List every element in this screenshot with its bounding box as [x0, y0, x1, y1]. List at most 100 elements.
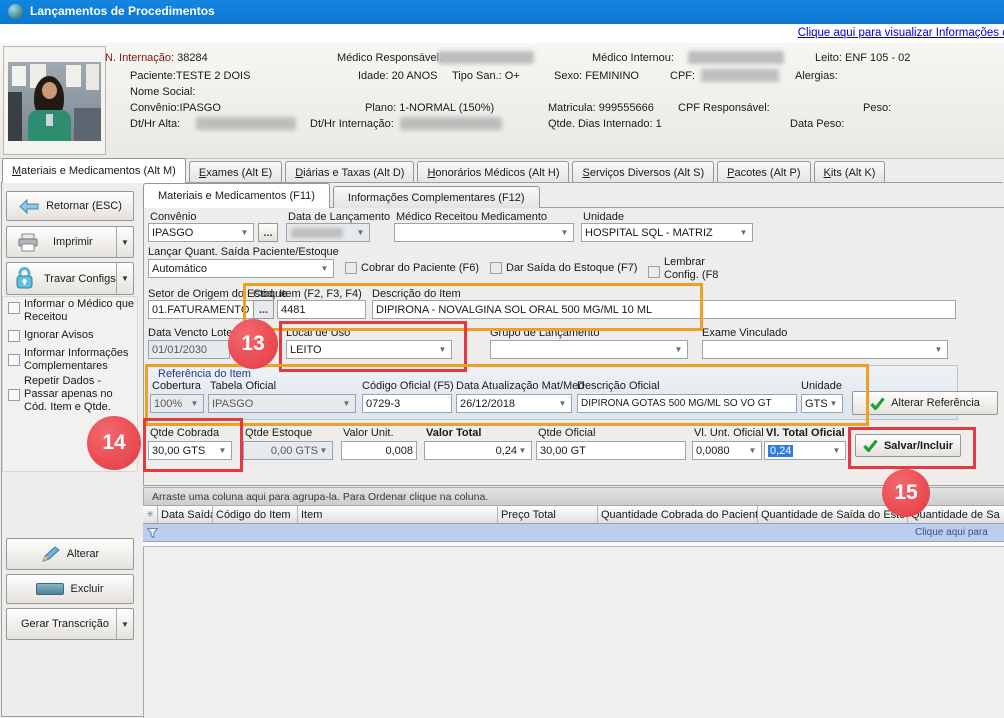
checkbox-cobrar-paciente[interactable] — [345, 262, 357, 274]
unidade-oficial-select[interactable]: GTS▼ — [801, 394, 843, 413]
gerar-transcricao-button[interactable]: Gerar Transcrição ▼ — [6, 608, 134, 640]
chevron-down-icon: ▼ — [738, 229, 749, 237]
grid-filter-row[interactable]: Clique aqui para — [143, 524, 1004, 542]
convenio-header: Convênio:IPASGO — [130, 102, 221, 114]
vl-unt-oficial-label: Vl. Unt. Oficial — [694, 427, 764, 439]
cobertura-select[interactable]: 100%▼ — [150, 394, 204, 413]
redacted-dthr-alta — [196, 117, 296, 130]
grid-indicator-header: ✳ — [143, 506, 158, 524]
lancar-quant-select[interactable]: Automático▼ — [148, 259, 334, 278]
qtde-estoque-select[interactable]: 0,00 GTS▼ — [243, 441, 333, 460]
nome-social-label: Nome Social: — [130, 86, 195, 98]
imprimir-dropdown-arrow[interactable]: ▼ — [116, 227, 133, 257]
vl-unt-oficial-select[interactable]: 0,0080▼ — [692, 441, 762, 460]
unidade-oficial-label: Unidade — [801, 380, 842, 392]
tab-kits[interactable]: Kits (Alt K) — [814, 161, 886, 183]
chevron-down-icon: ▼ — [831, 447, 842, 455]
valor-unit-input[interactable]: 0,008 — [341, 441, 417, 460]
paciente: Paciente:TESTE 2 DOIS — [130, 70, 250, 82]
medico-receitou-select[interactable]: ▼ — [394, 223, 574, 242]
data-atualizacao-select[interactable]: 26/12/2018▼ — [456, 394, 572, 413]
qtde-oficial-label: Qtde Oficial — [538, 427, 595, 439]
chevron-down-icon: ▼ — [355, 229, 366, 237]
checkbox-informar-medico[interactable] — [8, 302, 20, 314]
data-lancamento-select[interactable]: ▼ — [286, 223, 370, 242]
cod-item-label: Cód. Item (F2, F3, F4) — [253, 288, 362, 300]
main-tab-strip: Materiais e Medicamentos (Alt M) Exames … — [2, 159, 888, 183]
chevron-down-icon: ▼ — [217, 447, 228, 455]
grid-body-empty[interactable] — [143, 547, 1004, 718]
cobertura-label: Cobertura — [152, 380, 201, 392]
local-uso-select[interactable]: LEITO▼ — [286, 340, 452, 359]
excluir-button[interactable]: Excluir — [6, 574, 134, 604]
valor-total-select[interactable]: 0,24▼ — [424, 441, 532, 460]
n-internacao: N. Internação: 38284 — [105, 52, 208, 64]
alterar-button[interactable]: Alterar — [6, 538, 134, 570]
qtde-oficial-input[interactable]: 30,00 GT — [536, 441, 686, 460]
checkbox-informar-informacoes[interactable] — [8, 354, 20, 366]
tab-exames[interactable]: Exames (Alt E) — [189, 161, 282, 183]
grid-filter-hint[interactable]: Clique aqui para — [915, 527, 988, 538]
unidade-label: Unidade — [583, 211, 624, 223]
chevron-down-icon: ▼ — [239, 229, 250, 237]
vl-total-oficial-select[interactable]: 0,24▼ — [764, 441, 846, 460]
matricula: Matricula: 999555666 — [548, 102, 654, 114]
travar-dropdown-arrow[interactable]: ▼ — [116, 263, 133, 294]
qtde-estoque-label: Qtde Estoque — [245, 427, 312, 439]
app-icon — [8, 4, 23, 19]
descricao-item-input[interactable]: DIPIRONA - NOVALGINA SOL ORAL 500 MG/ML … — [372, 300, 956, 319]
retornar-button[interactable]: Retornar (ESC) — [6, 191, 134, 221]
imprimir-button[interactable]: Imprimir ▼ — [6, 226, 134, 258]
column-header-quantidade-cobrada[interactable]: Quantidade Cobrada do Paciente — [598, 506, 758, 524]
checkbox-repetir-dados[interactable] — [8, 389, 20, 401]
chevron-down-icon: ▼ — [828, 400, 839, 408]
qtde-dias-internado: Qtde. Dias Internado: 1 — [548, 118, 662, 130]
grid-group-by-bar[interactable]: Arraste uma coluna aqui para agrupa-la. … — [143, 487, 1004, 506]
tab-servicos-diversos[interactable]: Serviços Diversos (Alt S) — [572, 161, 714, 183]
descricao-oficial-input[interactable]: DIPIRONA GOTAS 500 MG/ML SO VO GT — [577, 394, 797, 413]
salvar-incluir-button[interactable]: Salvar/Incluir — [855, 434, 961, 457]
gerar-transcricao-dropdown-arrow[interactable]: ▼ — [116, 609, 133, 639]
callout-15-badge: 15 — [882, 469, 930, 517]
convenio-select[interactable]: IPASGO▼ — [148, 223, 254, 242]
filter-funnel-icon[interactable] — [147, 528, 158, 538]
checkbox-ignorar-avisos-label: Ignorar Avisos — [24, 329, 136, 342]
pencil-icon — [41, 546, 61, 563]
column-header-item[interactable]: Item — [298, 506, 498, 524]
lembrar-config-label-l2: Config. (F8 — [664, 269, 718, 281]
data-vencto-input[interactable]: 01/01/2030 — [148, 340, 230, 359]
qtde-cobrada-select[interactable]: 30,00 GTS▼ — [148, 441, 232, 460]
convenio-browse-button[interactable]: ... — [258, 223, 278, 242]
cobrar-paciente-label: Cobrar do Paciente (F6) — [361, 262, 479, 274]
tab-materiais-f11[interactable]: Materiais e Medicamentos (F11) — [143, 183, 330, 208]
checkbox-lembrar-config[interactable] — [648, 266, 660, 278]
column-header-data-saida[interactable]: Data Saída — [158, 506, 213, 524]
cod-item-browse-button[interactable]: ... — [253, 300, 274, 319]
peso-label: Peso: — [863, 102, 891, 114]
visualizar-informacoes-link[interactable]: Clique aqui para visualizar Informações … — [798, 27, 1004, 39]
chevron-down-icon: ▼ — [933, 346, 944, 354]
tab-materiais-medicamentos[interactable]: Materiais e Medicamentos (Alt M) — [2, 158, 186, 183]
checkbox-ignorar-avisos[interactable] — [8, 330, 20, 342]
window-title: Lançamentos de Procedimentos — [30, 4, 215, 18]
cod-item-input[interactable]: 4481 — [277, 300, 366, 319]
tab-informacoes-f12[interactable]: Informações Complementares (F12) — [333, 186, 540, 208]
tab-diarias-taxas[interactable]: Diárias e Taxas (Alt D) — [285, 161, 414, 183]
column-header-quantidade-saida[interactable]: Quantidade de Saída do Estoque — [758, 506, 908, 524]
tab-pacotes[interactable]: Pacotes (Alt P) — [717, 161, 810, 183]
tab-honorarios-medicos[interactable]: Honorários Médicos (Alt H) — [417, 161, 569, 183]
lock-icon — [15, 267, 34, 290]
chevron-down-icon: ▼ — [747, 447, 758, 455]
grupo-lancamento-select[interactable]: ▼ — [490, 340, 688, 359]
alterar-referencia-button[interactable]: Alterar Referência — [852, 391, 998, 415]
medico-internou-label: Médico Internou: — [592, 52, 674, 64]
travar-configs-button[interactable]: Travar Configs ▼ — [6, 262, 134, 295]
column-header-preco-total[interactable]: Preço Total — [498, 506, 598, 524]
unidade-select[interactable]: HOSPITAL SQL - MATRIZ▼ — [581, 223, 753, 242]
column-header-codigo-item[interactable]: Código do Item — [213, 506, 298, 524]
exame-vinculado-select[interactable]: ▼ — [702, 340, 948, 359]
codigo-oficial-input[interactable]: 0729-3 — [362, 394, 452, 413]
tabela-oficial-select[interactable]: IPASGO▼ — [208, 394, 356, 413]
checkbox-dar-saida[interactable] — [490, 262, 502, 274]
chevron-down-icon: ▼ — [341, 400, 352, 408]
